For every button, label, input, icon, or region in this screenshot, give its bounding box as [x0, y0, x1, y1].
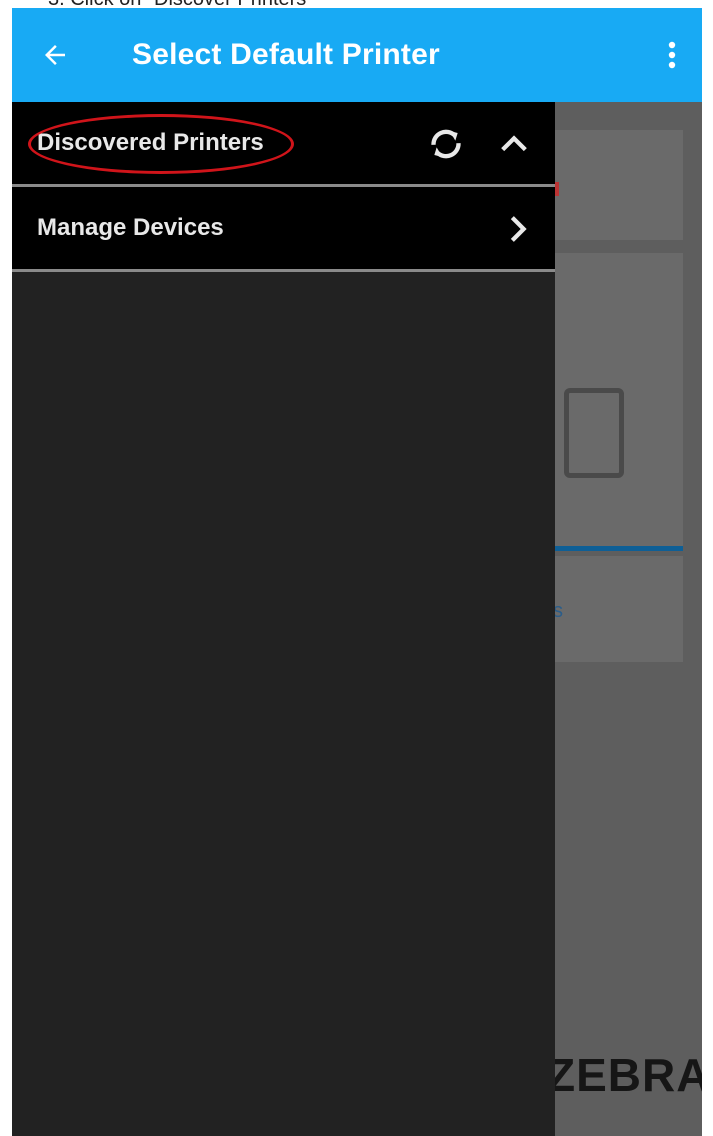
- navigation-drawer: Discovered Printers Manage Devices: [12, 102, 555, 1136]
- phone-screen: s ZEBRA Select Default Printer Discovere…: [12, 8, 702, 1136]
- refresh-icon: [431, 129, 461, 159]
- chevron-right-button[interactable]: [494, 205, 542, 253]
- background-card: s: [553, 556, 683, 662]
- zebra-logo: ZEBRA: [547, 1049, 702, 1101]
- document-caption: 3. Click on "Discover Printers": [0, 0, 713, 8]
- divider: [12, 269, 555, 272]
- refresh-button[interactable]: [420, 118, 472, 170]
- back-button[interactable]: [12, 8, 98, 102]
- page-title: Select Default Printer: [132, 38, 440, 71]
- drawer-item-manage-devices[interactable]: Manage Devices: [12, 187, 555, 269]
- more-vertical-icon: [668, 41, 676, 69]
- device-icon: [564, 388, 624, 478]
- arrow-left-icon: [45, 45, 65, 65]
- chevron-up-icon: [501, 135, 527, 152]
- drawer-item-label: Manage Devices: [37, 214, 224, 241]
- collapse-button[interactable]: [490, 120, 538, 168]
- highlight-annotation: [28, 114, 294, 174]
- background-card: [555, 130, 683, 240]
- chevron-right-icon: [510, 216, 527, 242]
- app-bar: Select Default Printer: [12, 8, 702, 102]
- drawer-item-discovered-printers[interactable]: Discovered Printers: [12, 102, 555, 184]
- overflow-menu-button[interactable]: [652, 8, 692, 102]
